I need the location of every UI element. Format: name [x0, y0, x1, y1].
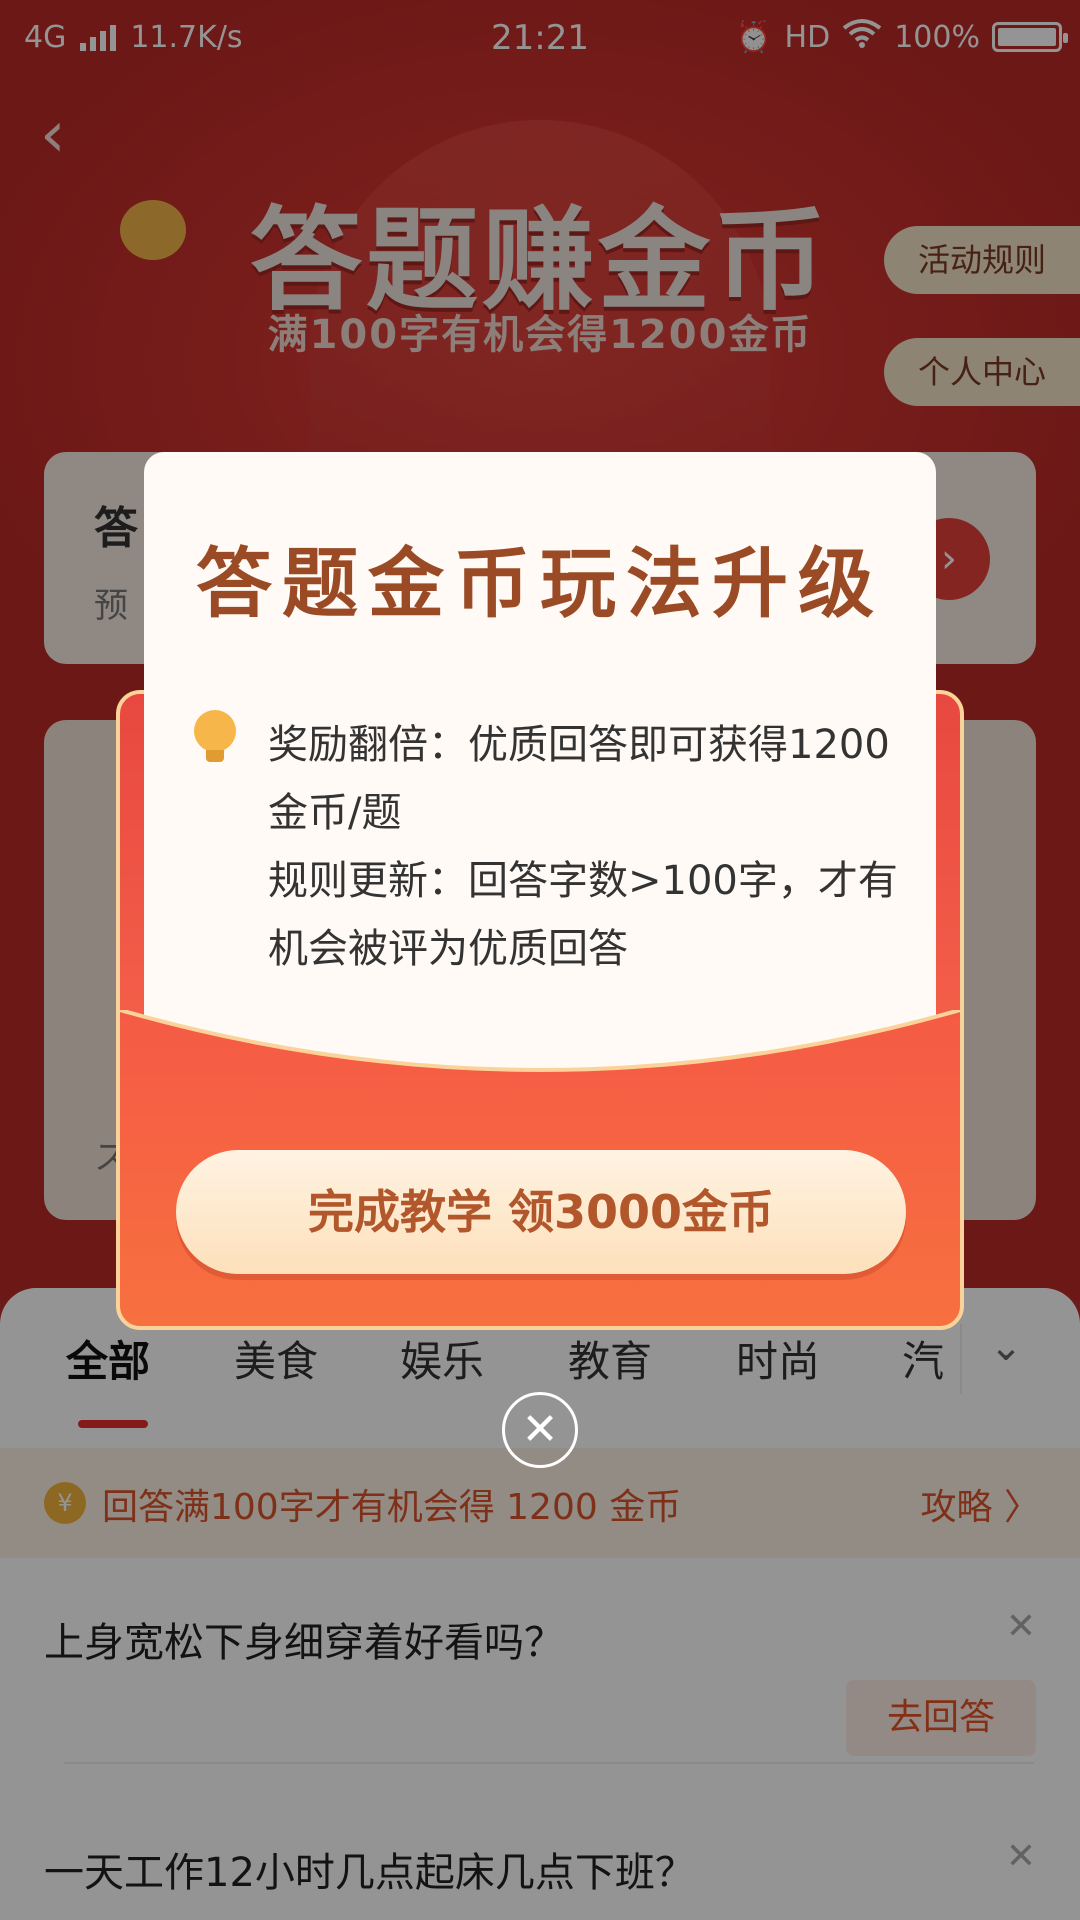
rule-line-2: 金币/题 — [268, 790, 402, 836]
complete-tutorial-button[interactable]: 完成教学 领3000金币 — [176, 1150, 906, 1274]
dialog-title: 答题金币玩法升级 — [196, 539, 884, 628]
lightbulb-icon — [194, 710, 236, 764]
upgrade-dialog: 答题金币玩法升级 奖励翻倍：优质回答即可获得1200 金币/题 规则更新：回答字… — [144, 452, 936, 1092]
rule-line-4: 机会被评为优质回答 — [268, 926, 628, 972]
close-dialog-icon[interactable]: ✕ — [502, 1392, 578, 1468]
rule-line-3: 规则更新：回答字数>100字，才有 — [268, 858, 898, 904]
rule-line-1: 奖励翻倍：优质回答即可获得1200 — [268, 722, 890, 768]
